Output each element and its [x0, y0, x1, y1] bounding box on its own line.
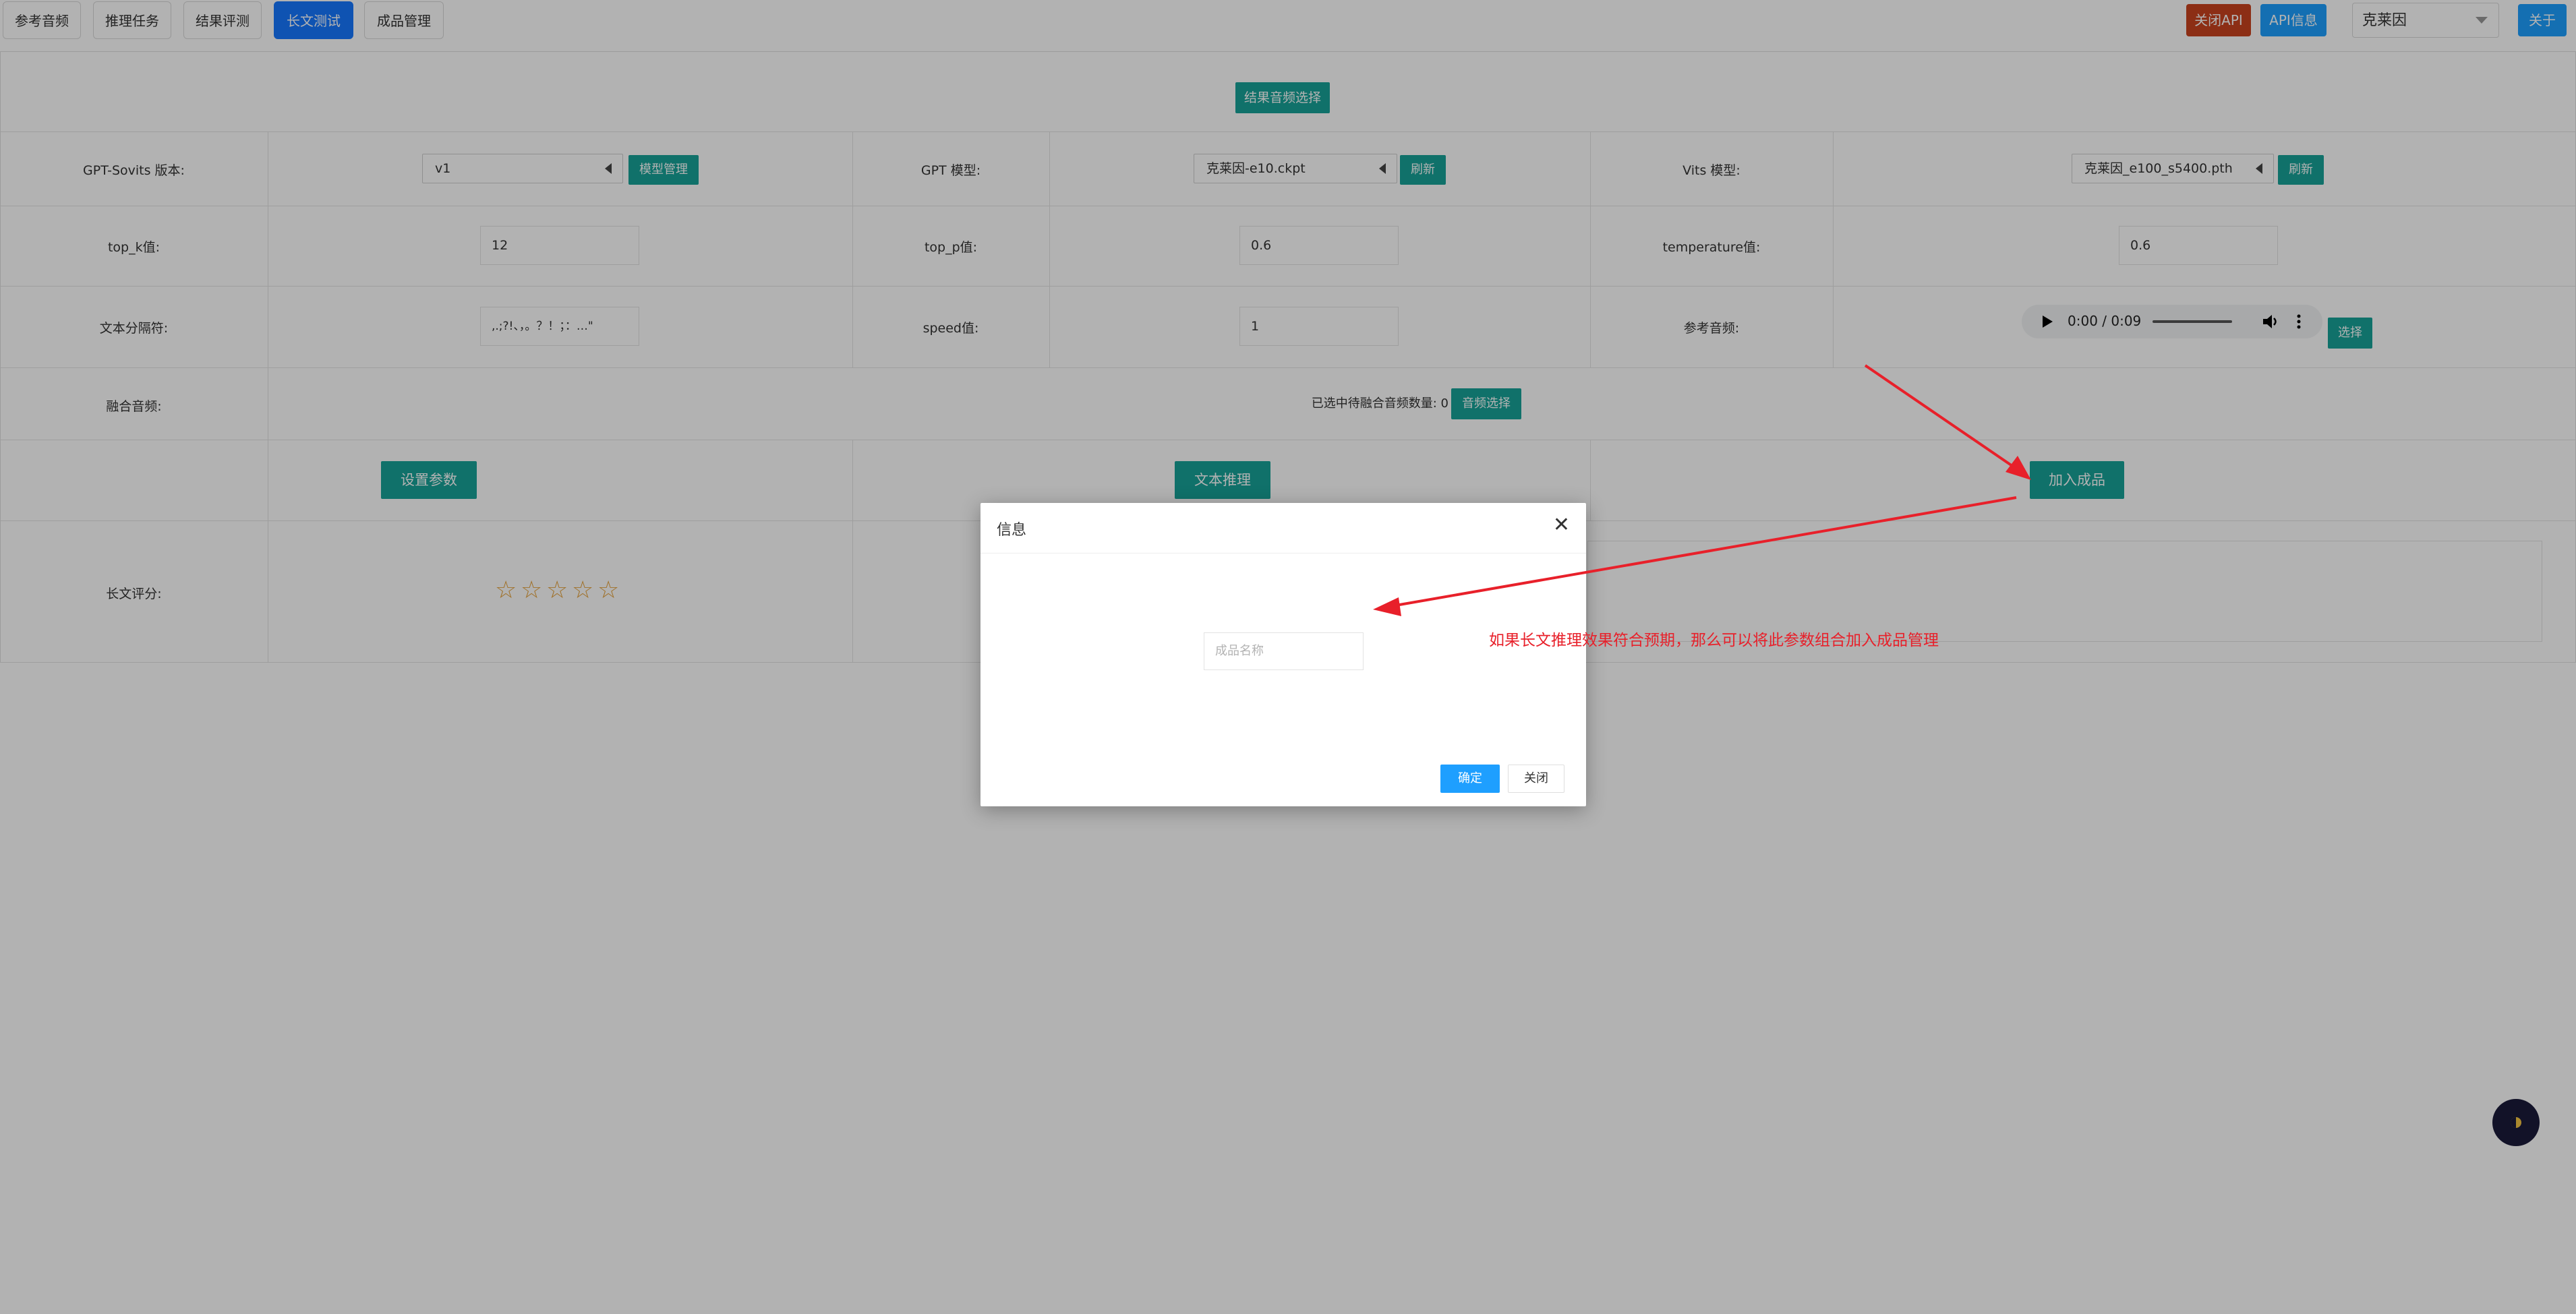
arrow-to-add-product: [1864, 364, 2024, 475]
annotation-text: 如果长文推理效果符合预期，那么可以将此参数组合加入成品管理: [1489, 632, 1939, 649]
annotation-arrows: [1373, 364, 2031, 616]
arrow-to-input: [1387, 496, 2017, 608]
arrowhead: [2006, 456, 2031, 480]
arrowhead: [1373, 597, 1401, 616]
